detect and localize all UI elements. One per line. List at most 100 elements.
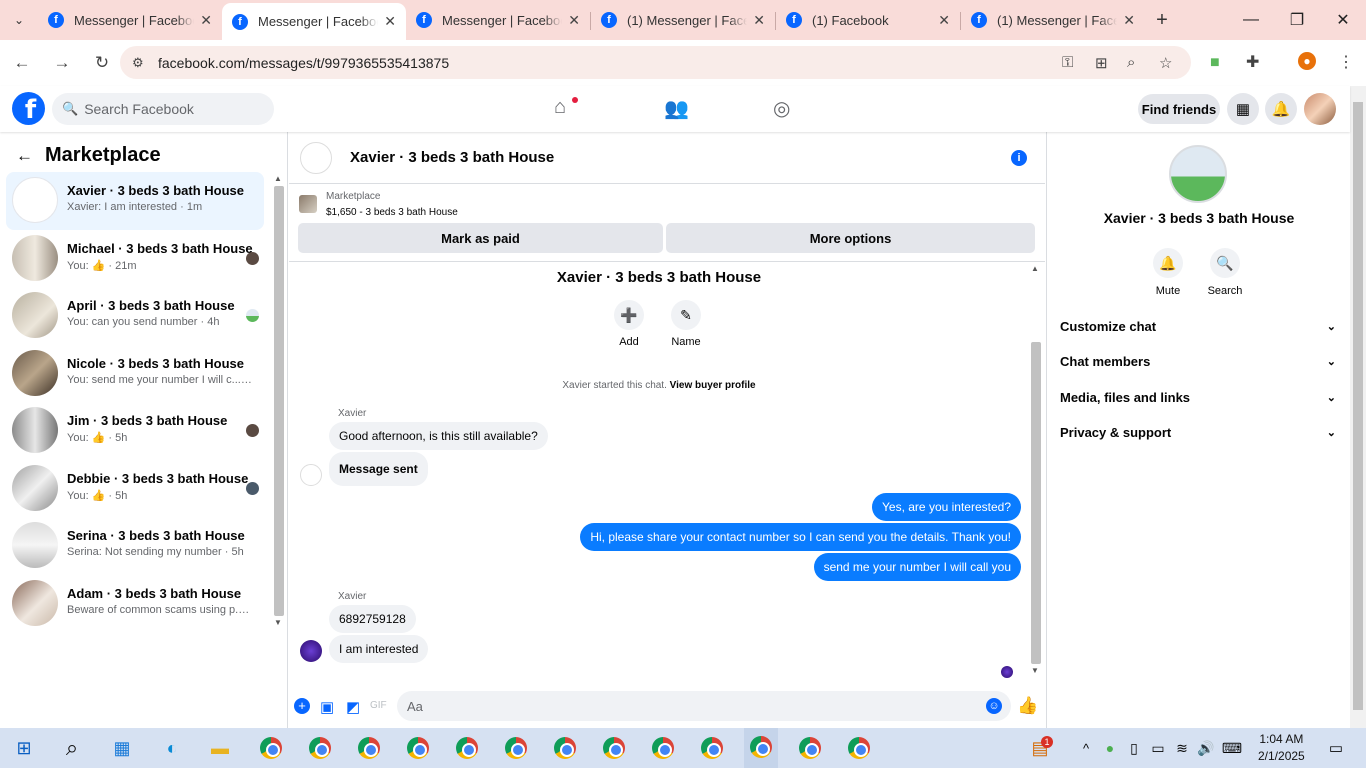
- close-tab-icon[interactable]: ✕: [1123, 12, 1135, 29]
- extension-cube-icon[interactable]: ■: [1210, 54, 1220, 72]
- scroll-down-icon[interactable]: ▼: [274, 618, 282, 627]
- site-info-icon[interactable]: ⚙: [132, 55, 152, 71]
- account-avatar[interactable]: [1304, 93, 1336, 125]
- windows-start-icon[interactable]: ⊞: [12, 736, 36, 760]
- reload-icon[interactable]: ↻: [84, 45, 120, 81]
- back-arrow-icon[interactable]: ←: [16, 146, 33, 166]
- close-tab-icon[interactable]: ✕: [568, 12, 580, 29]
- search-in-chat-button[interactable]: 🔍 Search: [1195, 248, 1255, 297]
- scroll-up-icon[interactable]: ▲: [274, 174, 282, 183]
- browser-tab[interactable]: f(1) Messenger | Facebook✕: [961, 3, 1145, 37]
- outgoing-message[interactable]: Hi, please share your contact number so …: [580, 523, 1021, 551]
- incoming-message[interactable]: I am interested: [329, 635, 429, 663]
- emoji-icon[interactable]: ☺: [986, 698, 1002, 714]
- chrome-icon[interactable]: [455, 736, 479, 760]
- chat-title[interactable]: Xavier · 3 beds 3 bath House: [350, 149, 554, 166]
- outgoing-message[interactable]: send me your number I will call you: [813, 553, 1021, 581]
- chrome-icon[interactable]: [357, 736, 381, 760]
- chrome-icon[interactable]: [406, 736, 430, 760]
- gif-icon[interactable]: GIF: [370, 700, 387, 711]
- avatar[interactable]: [300, 141, 332, 174]
- bookmark-star-icon[interactable]: ☆: [1159, 54, 1172, 72]
- new-tab-plus-icon[interactable]: +: [1145, 0, 1179, 40]
- chrome-icon[interactable]: [602, 736, 626, 760]
- outgoing-message[interactable]: Yes, are you interested?: [872, 493, 1021, 521]
- conversation-item[interactable]: Debbie · 3 beds 3 bath House You: 👍 · 5h: [6, 460, 264, 518]
- conversation-item[interactable]: Serina · 3 beds 3 bath House Serina: Not…: [6, 517, 264, 575]
- close-window-icon[interactable]: ✕: [1320, 0, 1366, 40]
- view-buyer-profile-link[interactable]: View buyer profile: [670, 380, 756, 391]
- like-thumbs-up-icon[interactable]: 👍: [1017, 696, 1038, 716]
- conversation-item[interactable]: Xavier · 3 beds 3 bath House Xavier: I a…: [6, 172, 264, 230]
- tray-device-icon[interactable]: ▯: [1122, 736, 1146, 760]
- keyboard-icon[interactable]: ⌨: [1220, 736, 1244, 760]
- tab-search-chevron-icon[interactable]: ⌄: [0, 0, 38, 40]
- restore-icon[interactable]: ❐: [1274, 0, 1320, 40]
- store-icon[interactable]: ▦: [110, 736, 134, 760]
- menu-grid-icon[interactable]: ▦: [1227, 93, 1259, 125]
- taskbar-clock[interactable]: 1:04 AM 2/1/2025: [1258, 731, 1305, 765]
- add-people-button[interactable]: ➕ Add: [599, 300, 659, 348]
- volume-icon[interactable]: 🔊: [1194, 736, 1218, 760]
- media-files-links-section[interactable]: Media, files and links ⌄: [1060, 382, 1336, 412]
- browser-tab[interactable]: f(1) Messenger | Facebook✕: [591, 3, 775, 37]
- file-explorer-icon[interactable]: ▬: [208, 736, 232, 760]
- tray-chevron-up-icon[interactable]: ^: [1074, 736, 1098, 760]
- chrome-icon[interactable]: [700, 736, 724, 760]
- mark-as-paid-button[interactable]: Mark as paid: [298, 223, 663, 253]
- info-icon[interactable]: i: [1011, 150, 1027, 166]
- browser-menu-icon[interactable]: ⋮: [1338, 52, 1354, 72]
- avatar[interactable]: [1169, 145, 1227, 203]
- chrome-icon-active[interactable]: [744, 728, 778, 768]
- conversation-item[interactable]: Nicole · 3 beds 3 bath House You: send m…: [6, 345, 264, 403]
- incoming-message[interactable]: Message sent: [329, 452, 428, 486]
- page-scrollbar[interactable]: [1350, 86, 1366, 728]
- incoming-message[interactable]: 6892759128: [329, 605, 416, 633]
- extensions-puzzle-icon[interactable]: ✚: [1246, 52, 1259, 72]
- sticker-icon[interactable]: ◩: [346, 698, 360, 716]
- close-tab-icon[interactable]: ✕: [753, 12, 765, 29]
- groups-icon[interactable]: ◎: [773, 96, 790, 121]
- message-input[interactable]: [397, 691, 1011, 721]
- conversation-item[interactable]: Michael · 3 beds 3 bath House You: 👍 · 2…: [6, 230, 264, 288]
- incoming-message[interactable]: Good afternoon, is this still available?: [329, 422, 548, 450]
- browser-tab[interactable]: f Messenger | Facebook ✕: [38, 3, 222, 37]
- facebook-logo-icon[interactable]: f: [12, 92, 45, 125]
- browser-tab[interactable]: f Messenger | Facebook ✕: [406, 3, 590, 37]
- chrome-icon[interactable]: [651, 736, 675, 760]
- chrome-icon[interactable]: [308, 736, 332, 760]
- browser-tab-active[interactable]: f Messenger | Facebook ✕: [222, 3, 406, 40]
- notification-center-icon[interactable]: ▭: [1324, 736, 1348, 760]
- search-icon[interactable]: ⌕: [60, 735, 84, 760]
- back-arrow-icon[interactable]: ←: [4, 45, 40, 81]
- plus-icon[interactable]: +: [294, 698, 310, 714]
- privacy-support-section[interactable]: Privacy & support ⌄: [1060, 417, 1336, 447]
- chrome-icon[interactable]: [847, 736, 871, 760]
- minimize-icon[interactable]: —: [1228, 0, 1274, 40]
- chat-members-section[interactable]: Chat members ⌄: [1060, 346, 1336, 376]
- name-chat-button[interactable]: ✎ Name: [656, 300, 716, 348]
- close-tab-icon[interactable]: ✕: [200, 12, 212, 29]
- find-friends-button[interactable]: Find friends: [1138, 94, 1220, 124]
- password-key-icon[interactable]: ⚿: [1062, 54, 1073, 71]
- sidebar-scrollbar[interactable]: ▲ ▼: [272, 172, 286, 632]
- wifi-icon[interactable]: ≋: [1170, 736, 1194, 760]
- friends-icon[interactable]: 👥: [664, 96, 689, 121]
- home-icon[interactable]: ⌂: [554, 96, 566, 119]
- scroll-up-icon[interactable]: ▲: [1031, 264, 1039, 273]
- chrome-icon[interactable]: [259, 736, 283, 760]
- notifications-bell-icon[interactable]: 🔔: [1265, 93, 1297, 125]
- zoom-icon[interactable]: ⌕: [1127, 54, 1135, 71]
- profile-icon[interactable]: ●: [1298, 52, 1316, 70]
- conversation-item[interactable]: April · 3 beds 3 bath House You: can you…: [6, 287, 264, 345]
- conversation-item[interactable]: Adam · 3 beds 3 bath House Beware of com…: [6, 575, 264, 633]
- conversation-item[interactable]: Jim · 3 beds 3 bath House You: 👍 · 5h: [6, 402, 264, 460]
- edge-icon[interactable]: ◐: [160, 736, 184, 760]
- browser-tab[interactable]: f (1) Facebook ✕: [776, 3, 960, 37]
- chrome-icon[interactable]: [504, 736, 528, 760]
- tray-app-icon[interactable]: ●: [1098, 736, 1122, 760]
- close-tab-icon[interactable]: ✕: [384, 13, 396, 30]
- listing-thumbnail[interactable]: [299, 195, 317, 213]
- thread-scrollbar[interactable]: ▲ ▼: [1029, 262, 1043, 682]
- scroll-down-icon[interactable]: ▼: [1031, 666, 1039, 675]
